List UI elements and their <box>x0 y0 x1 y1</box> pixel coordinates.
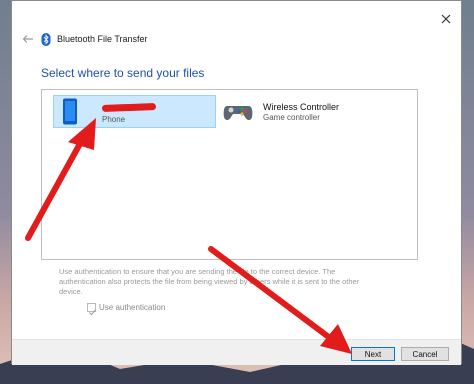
cancel-button[interactable]: Cancel <box>401 347 449 361</box>
device-item-wireless-controller[interactable]: Wireless Controller Game controller <box>220 95 405 128</box>
bluetooth-transfer-window: Bluetooth File Transfer Select where to … <box>11 0 462 365</box>
back-arrow-icon[interactable] <box>21 32 35 46</box>
bluetooth-icon <box>41 33 51 46</box>
gamepad-icon <box>223 106 253 120</box>
window-title: Bluetooth File Transfer <box>57 34 148 44</box>
device-type: Game controller <box>263 113 320 122</box>
page-heading: Select where to send your files <box>41 66 205 80</box>
use-authentication-label: Use authentication <box>99 303 166 312</box>
use-authentication-checkbox[interactable] <box>87 303 96 316</box>
redaction-scribble <box>101 103 157 112</box>
phone-icon <box>63 98 77 125</box>
device-item-phone[interactable]: Phone <box>53 95 216 128</box>
checkmark-icon <box>89 309 96 316</box>
device-type: Phone <box>102 115 126 124</box>
title-bar <box>12 1 461 35</box>
device-list: Phone Wireless Controller Game controlle… <box>41 89 418 260</box>
authentication-description: Use authentication to ensure that you ar… <box>59 267 360 296</box>
close-icon[interactable] <box>438 11 454 27</box>
next-button[interactable]: Next <box>351 347 395 361</box>
device-name: Wireless Controller <box>263 102 340 112</box>
